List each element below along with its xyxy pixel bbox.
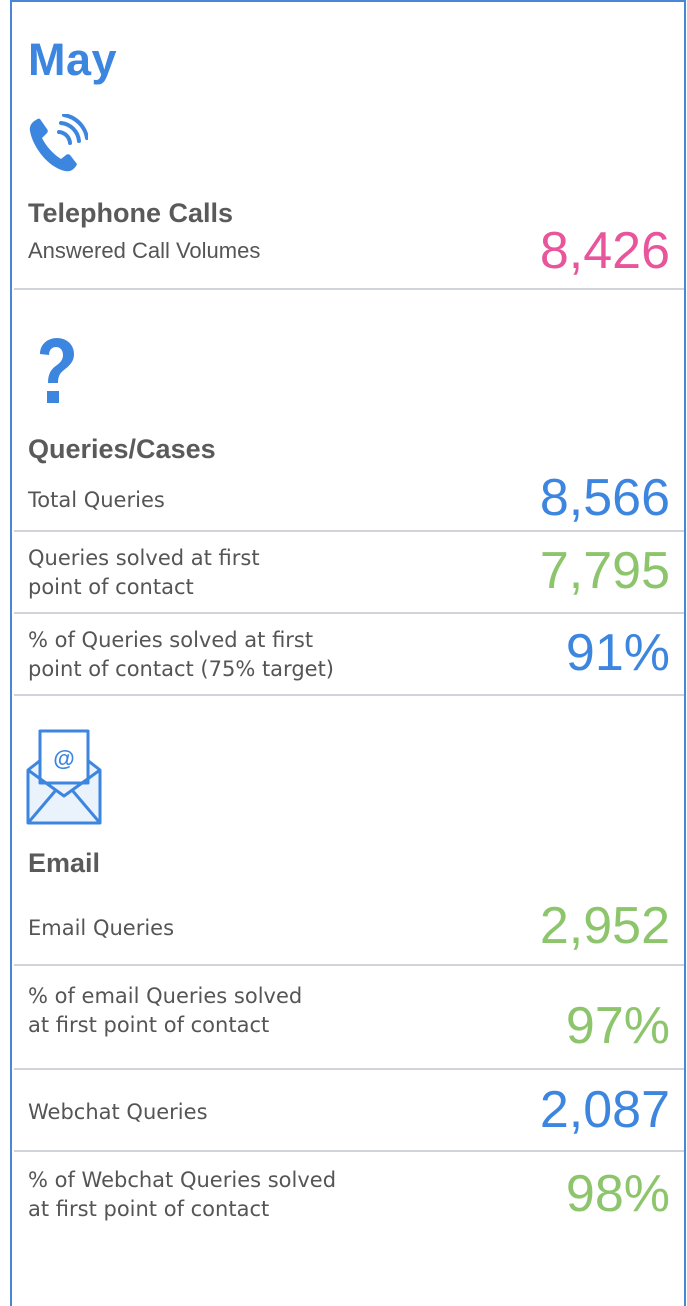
- row-answered-calls: Answered Call Volumes 8,426: [14, 218, 684, 290]
- row-label-line1: Queries solved at first: [28, 546, 260, 570]
- row-value: 91%: [565, 624, 670, 682]
- section-title-email: Email: [28, 848, 101, 878]
- row-label: % of Queries solved at first point of co…: [28, 626, 334, 684]
- row-webchat-queries: Webchat Queries 2,087: [14, 1070, 684, 1152]
- row-label-line2: at first point of contact: [28, 1197, 270, 1221]
- row-label-line2: point of contact: [28, 575, 194, 599]
- row-label-line2: point of contact (75% target): [28, 657, 334, 681]
- row-value: 97%: [565, 997, 670, 1055]
- month-title: May: [28, 34, 118, 85]
- row-label-line1: % of Queries solved at first: [28, 628, 314, 652]
- row-label: % of email Queries solved at first point…: [28, 982, 302, 1040]
- row-value: 8,566: [539, 469, 670, 527]
- row-label-line1: % of Webchat Queries solved: [28, 1168, 337, 1192]
- row-queries-solved: Queries solved at first point of contact…: [14, 532, 684, 614]
- row-label-line1: % of email Queries solved: [28, 984, 303, 1008]
- row-label: Email Queries: [28, 916, 175, 940]
- row-value: 8,426: [539, 222, 670, 280]
- stats-panel: May Telephone Calls Answered Call Volume…: [10, 0, 686, 1306]
- row-percent-webchat-solved: % of Webchat Queries solved at first poi…: [14, 1152, 684, 1242]
- row-total-queries: Total Queries 8,566: [14, 469, 684, 532]
- phone-icon: [26, 113, 89, 176]
- row-value: 2,087: [539, 1081, 670, 1139]
- row-label: Queries solved at first point of contact: [28, 544, 260, 602]
- row-value: 7,795: [539, 542, 670, 600]
- row-value: 98%: [565, 1165, 670, 1223]
- question-mark-icon: [36, 338, 76, 420]
- row-value: 2,952: [539, 897, 670, 955]
- row-label: % of Webchat Queries solved at first poi…: [28, 1166, 336, 1224]
- envelope-at-icon: @: [26, 728, 102, 826]
- row-label-line2: at first point of contact: [28, 1013, 270, 1037]
- row-label: Total Queries: [28, 488, 165, 512]
- row-percent-email-solved: % of email Queries solved at first point…: [14, 966, 684, 1070]
- row-label: Webchat Queries: [28, 1100, 208, 1124]
- svg-text:@: @: [53, 746, 74, 771]
- row-email-queries: Email Queries 2,952: [14, 882, 684, 966]
- row-percent-queries-solved: % of Queries solved at first point of co…: [14, 614, 684, 696]
- section-title-queries: Queries/Cases: [28, 434, 216, 464]
- row-label: Answered Call Volumes: [28, 238, 261, 263]
